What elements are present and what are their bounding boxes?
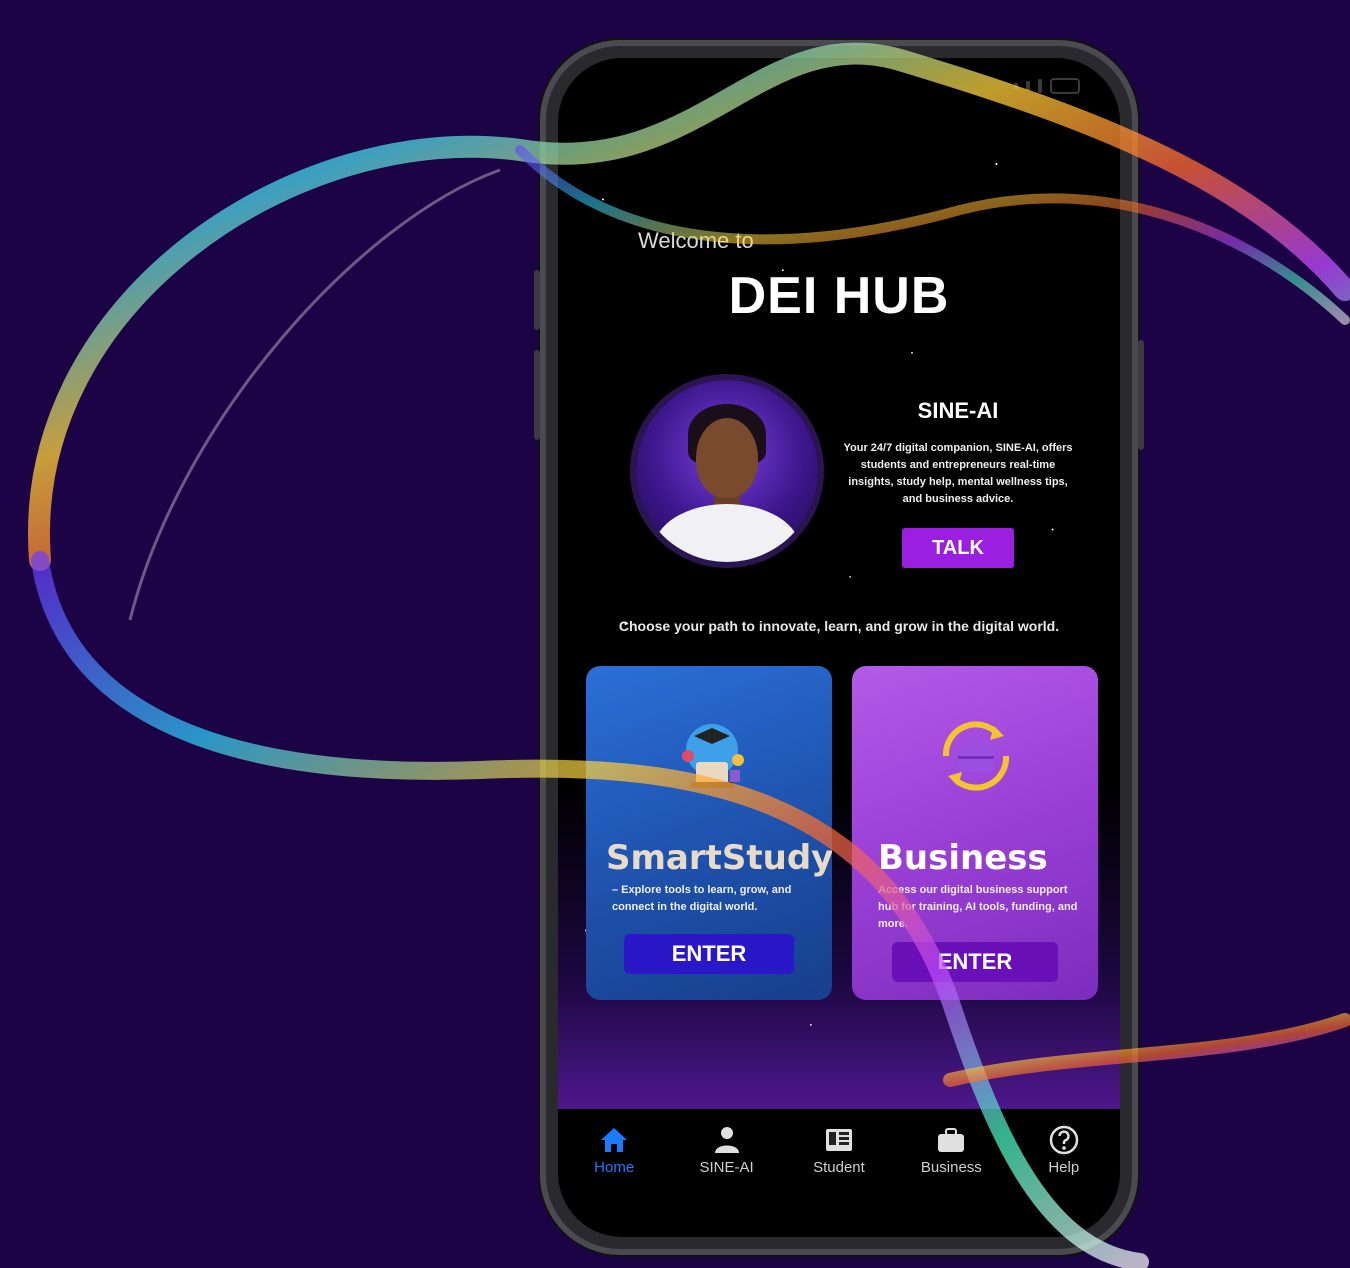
nav-item-business[interactable]: Business (901, 1123, 1001, 1237)
signal-icon (1014, 83, 1018, 89)
business-title: Business (878, 838, 1048, 878)
home-icon (601, 1128, 628, 1152)
nav-label-business: Business (920, 1159, 982, 1176)
tagline: Choose your path to innovate, learn, and… (618, 618, 1060, 634)
signal-icon-bar (1038, 79, 1042, 93)
nav-label-home: Home (594, 1159, 635, 1176)
nav-item-sine-ai[interactable]: SINE-AI (677, 1123, 777, 1237)
smartstudy-title: SmartStudy (606, 838, 832, 878)
signal-icon-bar (1026, 81, 1030, 91)
briefcase-refresh-icon (942, 721, 1010, 791)
sine-ai-avatar[interactable] (636, 380, 818, 562)
nav-label-sine-ai: SINE-AI (699, 1159, 754, 1176)
nav-label-student: Student (813, 1159, 865, 1176)
power-button (1138, 340, 1144, 450)
volume-down-button (534, 350, 540, 440)
phone-frame: Welcome to DEI HUB SINE-AI Your 24/7 dig… (534, 40, 1144, 1255)
help-icon (1049, 1125, 1078, 1155)
app-screen: Welcome to DEI HUB SINE-AI Your 24/7 dig… (558, 58, 1120, 1237)
ai-name: SINE-AI (917, 398, 999, 423)
briefcase-icon (938, 1128, 965, 1152)
smartstudy-enter-button[interactable]: ENTER (624, 934, 794, 974)
business-card[interactable]: Business Access our digital business sup… (852, 666, 1098, 1000)
nav-label-help: Help (1048, 1159, 1080, 1176)
graduate-laptop-icon (682, 724, 744, 788)
nav-item-student[interactable]: Student (789, 1123, 889, 1237)
business-enter-button[interactable]: ENTER (892, 942, 1058, 982)
book-icon (825, 1129, 852, 1151)
ai-info: SINE-AI Your 24/7 digital companion, SIN… (838, 398, 1078, 568)
status-bar (1014, 78, 1080, 94)
bottom-nav: Home SINE-AI Student Business Help (558, 1109, 1120, 1237)
battery-icon (1050, 78, 1080, 94)
volume-up-button (534, 270, 540, 330)
smartstudy-card[interactable]: SmartStudy – Explore tools to learn, gro… (586, 666, 832, 1000)
ai-description: Your 24/7 digital companion, SINE-AI, of… (843, 442, 1073, 505)
welcome-text: Welcome to (638, 228, 754, 253)
business-description: Access our digital business support hub … (878, 884, 1078, 930)
person-icon (714, 1127, 739, 1153)
avatar-shirt (654, 504, 800, 562)
talk-button[interactable]: TALK (902, 528, 1014, 568)
nav-item-home[interactable]: Home (564, 1123, 664, 1237)
smartstudy-description: – Explore tools to learn, grow, and conn… (612, 884, 792, 913)
page-title: DEI HUB (728, 267, 950, 325)
nav-item-help[interactable]: Help (1014, 1123, 1114, 1237)
avatar-face (696, 418, 758, 498)
